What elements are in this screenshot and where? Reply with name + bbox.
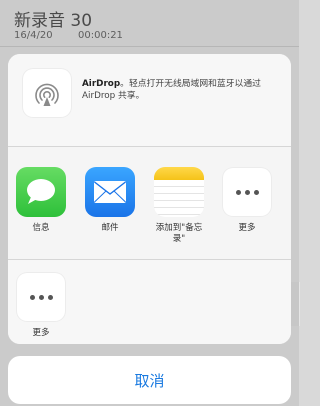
airdrop-title: AirDrop (82, 79, 121, 89)
airdrop-section[interactable]: AirDrop。轻点打开无线局域网和蓝牙以通过 AirDrop 共享。 (8, 54, 291, 146)
more-icon (222, 167, 272, 217)
share-app-notes[interactable]: 添加到"备忘录" (152, 167, 206, 245)
share-app-label: 添加到"备忘录" (155, 223, 203, 244)
share-app-more[interactable]: 更多 (220, 167, 274, 234)
share-app-mail[interactable]: 邮件 (83, 167, 137, 234)
share-sheet: AirDrop。轻点打开无线局域网和蓝牙以通过 AirDrop 共享。 信息 邮… (8, 54, 291, 344)
share-action-label: 更多 (32, 328, 50, 338)
more-icon (16, 272, 66, 322)
airdrop-icon (22, 68, 72, 118)
share-app-label: 信息 (32, 223, 50, 233)
share-app-label: 更多 (238, 223, 256, 233)
messages-icon (16, 167, 66, 217)
share-actions-row: 更多 (8, 260, 291, 344)
share-app-messages[interactable]: 信息 (14, 167, 68, 234)
share-action-more[interactable]: 更多 (14, 272, 68, 339)
mail-icon (85, 167, 135, 217)
airdrop-description: AirDrop。轻点打开无线局域网和蓝牙以通过 AirDrop 共享。 (82, 78, 278, 102)
notes-icon (154, 167, 204, 217)
share-app-label: 邮件 (101, 223, 119, 233)
cancel-button[interactable]: 取消 (8, 356, 291, 404)
share-apps-row: 信息 邮件 添加到"备忘录" 更多 (8, 147, 291, 259)
